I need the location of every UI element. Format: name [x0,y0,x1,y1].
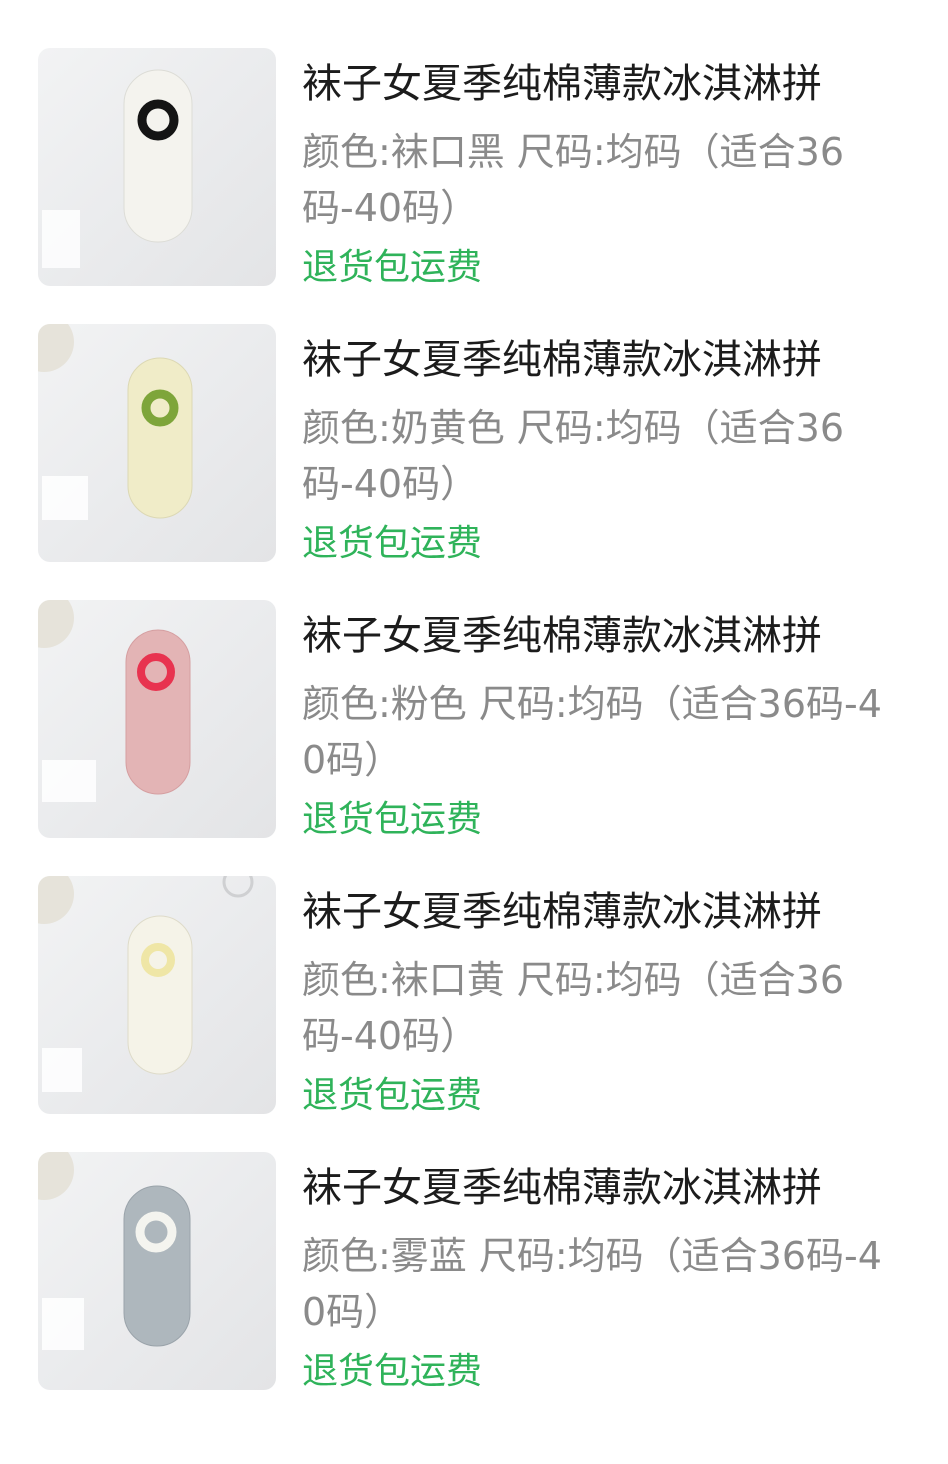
return-shipping-tag: 退货包运费 [302,799,483,840]
product-spec: 颜色:奶黄色 尺码:均码（适合36码-40码） [302,406,845,506]
list-item[interactable]: 袜子女夏季纯棉薄款冰淇淋拼 颜色:袜口黑 尺码:均码（适合36码-40码） 退货… [0,46,948,322]
sock-image [38,1152,191,1350]
list-item[interactable]: 袜子女夏季纯棉薄款冰淇淋拼 颜色:袜口黄 尺码:均码（适合36码-40码） 退货… [0,874,948,1150]
product-spec: 颜色:袜口黄 尺码:均码（适合36码-40码） [302,958,845,1058]
return-shipping-tag: 退货包运费 [302,1351,483,1392]
product-thumbnail[interactable] [38,876,276,1114]
list-item[interactable]: 袜子女夏季纯棉薄款冰淇淋拼 颜色:雾蓝 尺码:均码（适合36码-40码） 退货包… [0,1150,948,1426]
product-thumbnail[interactable] [38,1152,276,1390]
product-title[interactable]: 袜子女夏季纯棉薄款冰淇淋拼 [302,334,902,394]
product-info: 袜子女夏季纯棉薄款冰淇淋拼 颜色:袜口黄 尺码:均码（适合36码-40码） 退货… [302,874,902,1118]
product-thumbnail[interactable] [38,600,276,838]
sock-body [127,357,193,519]
product-thumbnail[interactable] [38,48,276,286]
sock-body [123,69,193,243]
product-info: 袜子女夏季纯棉薄款冰淇淋拼 颜色:袜口黑 尺码:均码（适合36码-40码） 退货… [302,46,902,290]
sock-body [123,1185,191,1347]
product-title[interactable]: 袜子女夏季纯棉薄款冰淇淋拼 [302,1162,902,1222]
list-item[interactable]: 袜子女夏季纯棉薄款冰淇淋拼 颜色:粉色 尺码:均码（适合36码-40码） 退货包… [0,598,948,874]
return-shipping-tag: 退货包运费 [302,247,483,288]
product-list: 袜子女夏季纯棉薄款冰淇淋拼 颜色:袜口黑 尺码:均码（适合36码-40码） 退货… [0,46,948,1426]
return-shipping-tag: 退货包运费 [302,523,483,564]
product-title[interactable]: 袜子女夏季纯棉薄款冰淇淋拼 [302,58,902,118]
sock-image [42,69,193,268]
sock-image [38,324,193,520]
product-title[interactable]: 袜子女夏季纯棉薄款冰淇淋拼 [302,610,902,670]
product-spec: 颜色:粉色 尺码:均码（适合36码-40码） [302,682,882,782]
product-thumbnail[interactable] [38,324,276,562]
sock-body [127,915,193,1075]
product-info: 袜子女夏季纯棉薄款冰淇淋拼 颜色:雾蓝 尺码:均码（适合36码-40码） 退货包… [302,1150,902,1394]
list-item[interactable]: 袜子女夏季纯棉薄款冰淇淋拼 颜色:奶黄色 尺码:均码（适合36码-40码） 退货… [0,322,948,598]
product-spec: 颜色:袜口黑 尺码:均码（适合36码-40码） [302,130,845,230]
product-info: 袜子女夏季纯棉薄款冰淇淋拼 颜色:奶黄色 尺码:均码（适合36码-40码） 退货… [302,322,902,566]
product-title[interactable]: 袜子女夏季纯棉薄款冰淇淋拼 [302,886,902,946]
return-shipping-tag: 退货包运费 [302,1075,483,1116]
sock-image [38,600,191,802]
product-spec: 颜色:雾蓝 尺码:均码（适合36码-40码） [302,1234,882,1334]
sock-image [38,876,254,1092]
product-info: 袜子女夏季纯棉薄款冰淇淋拼 颜色:粉色 尺码:均码（适合36码-40码） 退货包… [302,598,902,842]
